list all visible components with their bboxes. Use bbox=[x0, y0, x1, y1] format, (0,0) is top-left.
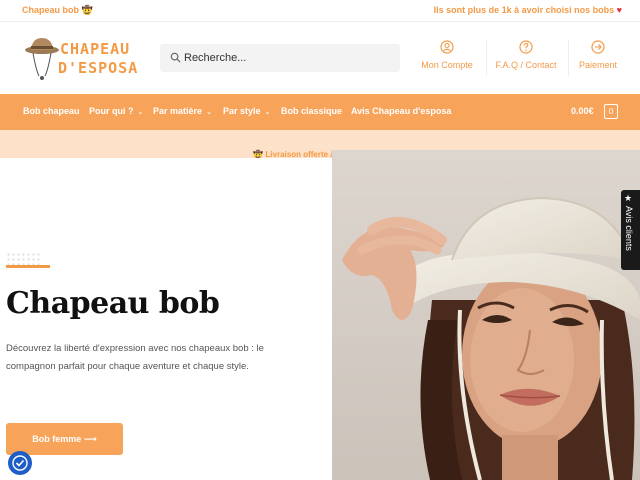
account-link[interactable]: Mon Compte bbox=[420, 40, 474, 70]
hat-emoji-icon: 🤠 bbox=[81, 5, 93, 15]
chevron-down-icon: ⌄ bbox=[137, 109, 144, 116]
chevron-down-icon: ⌄ bbox=[206, 109, 212, 116]
faq-contact-link[interactable]: F.A.Q / Contact bbox=[494, 40, 558, 70]
customer-reviews-tab[interactable]: ★ Avis clients bbox=[621, 190, 640, 270]
arrow-right-icon bbox=[591, 40, 605, 54]
user-icon bbox=[440, 40, 454, 54]
header-divider bbox=[568, 40, 569, 76]
cart-total-value: 0.00€ bbox=[571, 106, 594, 116]
reviews-tab-label: ★ Avis clients bbox=[624, 194, 634, 251]
account-link-label: Mon Compte bbox=[421, 60, 473, 70]
logo-text-line2: D'ESPOSA bbox=[58, 59, 139, 77]
nav-item-pour-qui[interactable]: Pour qui ? ⌄ bbox=[89, 106, 143, 116]
decorative-dots bbox=[6, 252, 42, 266]
chevron-down-icon: ⌄ bbox=[264, 109, 271, 116]
search-bar bbox=[160, 44, 400, 72]
nav-item-label: Par matière bbox=[153, 106, 203, 116]
nav-item-par-matiere[interactable]: Par matière ⌄ bbox=[153, 106, 212, 116]
nav-item-avis[interactable]: Avis Chapeau d'esposa bbox=[351, 106, 451, 116]
hero-image bbox=[332, 150, 640, 480]
logo-text-line1: CHAPEAU bbox=[60, 40, 131, 58]
nav-item-label: Par style bbox=[223, 106, 261, 116]
hero-description: Découvrez la liberté d'expression avec n… bbox=[6, 343, 264, 372]
top-bar: Chapeau bob 🤠 Ils sont plus de 1k à avoi… bbox=[0, 0, 640, 22]
cart-total[interactable]: 0.00€ bbox=[571, 106, 594, 116]
nav-item-par-style[interactable]: Par style ⌄ bbox=[223, 106, 270, 116]
payment-link-label: Paiement bbox=[578, 60, 618, 70]
main-nav: Bob chapeau Pour qui ? ⌄ Par matière ⌄ Par… bbox=[0, 94, 640, 130]
arrow-right-icon: ⟶ bbox=[83, 434, 97, 444]
hero-title: Chapeau bob bbox=[6, 286, 220, 321]
heart-icon: ♥ bbox=[616, 5, 622, 15]
site-logo[interactable]: CHAPEAU D'ESPOSA bbox=[22, 32, 142, 86]
search-icon[interactable] bbox=[170, 52, 181, 63]
hero-accent-line bbox=[6, 265, 50, 268]
topbar-brand-label: Chapeau bob bbox=[22, 5, 80, 15]
nav-item-label: Avis Chapeau d'esposa bbox=[351, 106, 452, 116]
cookie-settings-button[interactable] bbox=[8, 451, 32, 475]
help-icon bbox=[519, 40, 533, 54]
cookie-consent-icon bbox=[12, 455, 28, 471]
nav-item-bob-chapeau[interactable]: Bob chapeau bbox=[23, 106, 80, 116]
nav-item-label: Pour qui ? bbox=[89, 106, 134, 116]
hat-logo-icon bbox=[25, 38, 59, 80]
topbar-brand[interactable]: Chapeau bob 🤠 bbox=[22, 5, 93, 16]
site-header: CHAPEAU D'ESPOSA Mon Compte F.A.Q / Cont… bbox=[0, 22, 640, 94]
search-input[interactable] bbox=[184, 44, 394, 72]
social-proof-text: Ils sont plus de 1k à avoir choisi nos b… bbox=[433, 5, 615, 15]
cart-count-value: 0 bbox=[608, 107, 614, 116]
woman-bucket-hat-photo bbox=[332, 150, 640, 480]
payment-link[interactable]: Paiement bbox=[576, 40, 620, 70]
nav-item-label: Bob classique bbox=[281, 106, 343, 116]
cart-count-badge[interactable]: 0 bbox=[604, 104, 618, 119]
faq-contact-link-label: F.A.Q / Contact bbox=[495, 60, 557, 70]
header-divider bbox=[486, 40, 487, 76]
button-label: Bob femme bbox=[32, 434, 82, 444]
topbar-social-proof: Ils sont plus de 1k à avoir choisi nos b… bbox=[434, 5, 622, 15]
nav-item-label: Bob chapeau bbox=[23, 106, 80, 116]
nav-item-bob-classique[interactable]: Bob classique bbox=[281, 106, 342, 116]
